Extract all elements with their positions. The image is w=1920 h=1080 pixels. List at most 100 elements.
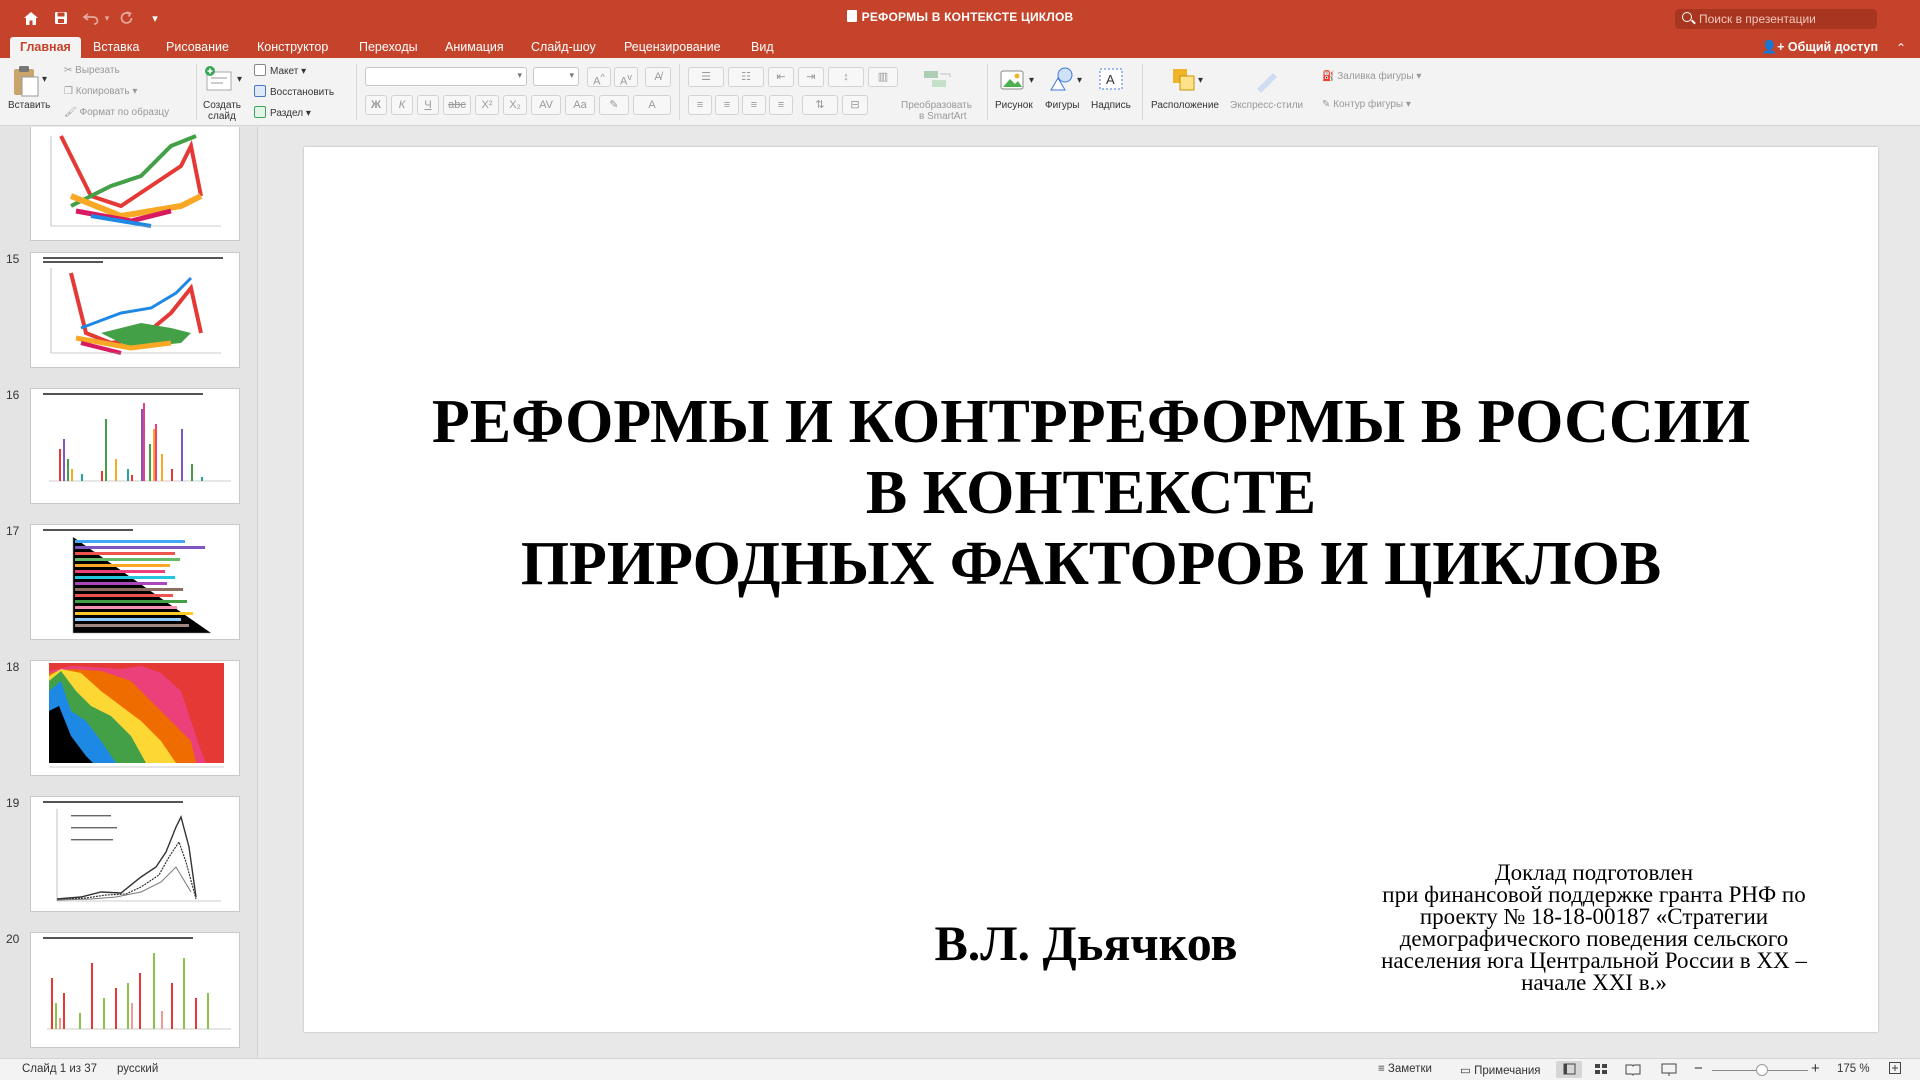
align-center-icon[interactable]: ≡ xyxy=(715,95,739,115)
convert-smartart-label-1[interactable]: Преобразовать xyxy=(901,100,972,111)
picture-icon[interactable] xyxy=(999,68,1027,92)
tab-transitions[interactable]: Переходы xyxy=(349,37,428,58)
new-slide-icon[interactable] xyxy=(203,64,233,94)
tab-animations[interactable]: Анимация xyxy=(435,37,514,58)
grant-line: проекту № 18-18-00187 «Стратегии xyxy=(1419,904,1769,929)
underline-button[interactable]: Ч xyxy=(417,95,439,115)
slide-thumbnail[interactable] xyxy=(30,796,240,912)
paste-button[interactable]: Вставить xyxy=(8,100,50,111)
align-text-icon[interactable]: ⊟ xyxy=(842,95,868,115)
slide-thumbnail[interactable] xyxy=(30,252,240,368)
slide-thumbnail[interactable] xyxy=(30,932,240,1048)
textbox-icon[interactable]: A xyxy=(1097,66,1125,92)
section-icon xyxy=(254,106,266,118)
align-right-icon[interactable]: ≡ xyxy=(742,95,766,115)
line-spacing-icon[interactable]: ↕ xyxy=(828,67,864,87)
zoom-slider-handle[interactable] xyxy=(1756,1064,1768,1076)
normal-view-button[interactable] xyxy=(1556,1061,1582,1078)
font-name-input[interactable]: ▾ xyxy=(365,67,527,86)
title-bar: ▾ ▾ РЕФОРМЫ В КОНТЕКСТЕ ЦИКЛОВ Поиск в п… xyxy=(0,0,1920,37)
grant-line: при финансовой поддержке гранта РНФ по xyxy=(1382,882,1806,907)
zoom-out-icon[interactable]: − xyxy=(1694,1060,1703,1077)
arrange-dropdown-icon[interactable]: ▾ xyxy=(1198,75,1203,86)
justify-icon[interactable]: ≡ xyxy=(769,95,793,115)
search-input[interactable]: Поиск в презентации xyxy=(1675,9,1877,29)
font-color-icon[interactable]: A xyxy=(633,95,671,115)
zoom-level[interactable]: 175 % xyxy=(1837,1063,1870,1075)
slide-sorter-button[interactable] xyxy=(1588,1061,1614,1078)
columns-icon[interactable]: ▥ xyxy=(868,67,898,87)
clear-formatting-icon[interactable]: A̸ xyxy=(645,67,671,87)
section-button[interactable]: Раздел ▾ xyxy=(254,106,311,119)
shapes-button[interactable]: Фигуры xyxy=(1045,100,1079,111)
increase-indent-icon[interactable]: ⇥ xyxy=(798,67,824,87)
slide-title[interactable]: РЕФОРМЫ И КОНТРРЕФОРМЫ В РОССИИ В КОНТЕК… xyxy=(304,387,1878,600)
shape-outline-button[interactable]: ✎ Контур фигуры ▾ xyxy=(1322,99,1411,110)
share-button[interactable]: 👤+ Общий доступ xyxy=(1762,37,1878,58)
reading-view-button[interactable] xyxy=(1620,1061,1646,1078)
fit-slide-icon[interactable] xyxy=(1888,1061,1902,1078)
slide-thumbnail[interactable] xyxy=(30,388,240,504)
tab-insert[interactable]: Вставка xyxy=(83,37,149,58)
reset-button[interactable]: Восстановить xyxy=(254,85,334,98)
tab-design[interactable]: Конструктор xyxy=(247,37,338,58)
shapes-dropdown-icon[interactable]: ▾ xyxy=(1077,75,1082,86)
bold-button[interactable]: Ж xyxy=(365,95,387,115)
textbox-button[interactable]: Надпись xyxy=(1091,100,1131,111)
shape-fill-button[interactable]: ⛽ Заливка фигуры ▾ xyxy=(1322,71,1421,82)
superscript-button[interactable]: X² xyxy=(475,95,499,115)
change-case-icon[interactable]: Aa xyxy=(565,95,595,115)
zoom-in-icon[interactable]: + xyxy=(1811,1060,1820,1077)
slideshow-button[interactable] xyxy=(1656,1061,1682,1078)
copy-button[interactable]: ❐ Копировать ▾ xyxy=(64,86,137,97)
picture-button[interactable]: Рисунок xyxy=(995,100,1033,111)
arrange-button[interactable]: Расположение xyxy=(1151,100,1219,111)
slide-thumbnail[interactable] xyxy=(30,524,240,640)
arrange-icon[interactable] xyxy=(1170,66,1198,92)
tab-slideshow[interactable]: Слайд-шоу xyxy=(521,37,606,58)
slide-thumbnail[interactable] xyxy=(30,660,240,776)
section-label: Раздел xyxy=(270,108,304,119)
current-slide[interactable]: РЕФОРМЫ И КОНТРРЕФОРМЫ В РОССИИ В КОНТЕК… xyxy=(304,147,1878,1032)
paste-icon[interactable] xyxy=(10,64,40,98)
smartart-icon[interactable] xyxy=(920,67,956,91)
align-left-icon[interactable]: ≡ xyxy=(688,95,712,115)
collapse-ribbon-icon[interactable]: ⌃ xyxy=(1896,41,1906,55)
format-painter-button[interactable]: 🖌 Формат по образцу xyxy=(64,107,169,118)
character-spacing-icon[interactable]: AV xyxy=(531,95,561,115)
increase-font-button[interactable]: A^ xyxy=(587,67,611,88)
bullets-icon[interactable]: ☰ xyxy=(688,67,724,87)
subscript-button[interactable]: X₂ xyxy=(503,95,527,115)
tab-draw[interactable]: Рисование xyxy=(156,37,239,58)
slide-thumbnail[interactable] xyxy=(30,127,240,241)
text-direction-icon[interactable]: ⇅ xyxy=(802,95,838,115)
tab-home[interactable]: Главная xyxy=(10,37,81,58)
convert-smartart-label-2[interactable]: в SmartArt xyxy=(919,111,967,122)
shapes-icon[interactable] xyxy=(1047,66,1077,92)
tab-view[interactable]: Вид xyxy=(741,37,784,58)
new-slide-dropdown-icon[interactable]: ▾ xyxy=(237,74,242,85)
tab-review[interactable]: Рецензирование xyxy=(614,37,731,58)
new-slide-label-2[interactable]: слайд xyxy=(208,111,236,122)
strikethrough-button[interactable]: abc xyxy=(443,95,471,115)
paste-dropdown-icon[interactable]: ▾ xyxy=(42,74,47,85)
picture-dropdown-icon[interactable]: ▾ xyxy=(1029,75,1034,86)
highlight-icon[interactable]: ✎ xyxy=(599,95,629,115)
comments-button[interactable]: ▭ Примечания xyxy=(1460,1063,1540,1077)
language-indicator[interactable]: русский xyxy=(117,1063,158,1075)
slide-thumbnail-panel[interactable]: 15 16 17 18 19 20 xyxy=(0,127,258,1058)
new-slide-label-1[interactable]: Создать xyxy=(203,100,241,111)
quick-styles-icon[interactable] xyxy=(1253,67,1281,93)
slide-editor-canvas[interactable]: РЕФОРМЫ И КОНТРРЕФОРМЫ В РОССИИ В КОНТЕК… xyxy=(258,127,1920,1058)
slide-author[interactable]: В.Л. Дьячков xyxy=(886,914,1286,972)
grant-note[interactable]: Доклад подготовлен при финансовой поддер… xyxy=(1334,861,1854,994)
notes-button[interactable]: ≡ Заметки xyxy=(1378,1063,1432,1075)
decrease-indent-icon[interactable]: ⇤ xyxy=(768,67,794,87)
numbering-icon[interactable]: ☷ xyxy=(728,67,764,87)
font-size-input[interactable]: ▾ xyxy=(533,67,579,86)
decrease-font-button[interactable]: Av xyxy=(614,67,638,88)
quick-styles-button[interactable]: Экспресс-стили xyxy=(1230,100,1303,111)
layout-button[interactable]: Макет ▾ xyxy=(254,64,306,77)
italic-button[interactable]: К xyxy=(391,95,413,115)
cut-button[interactable]: ✂ Вырезать xyxy=(64,65,120,76)
